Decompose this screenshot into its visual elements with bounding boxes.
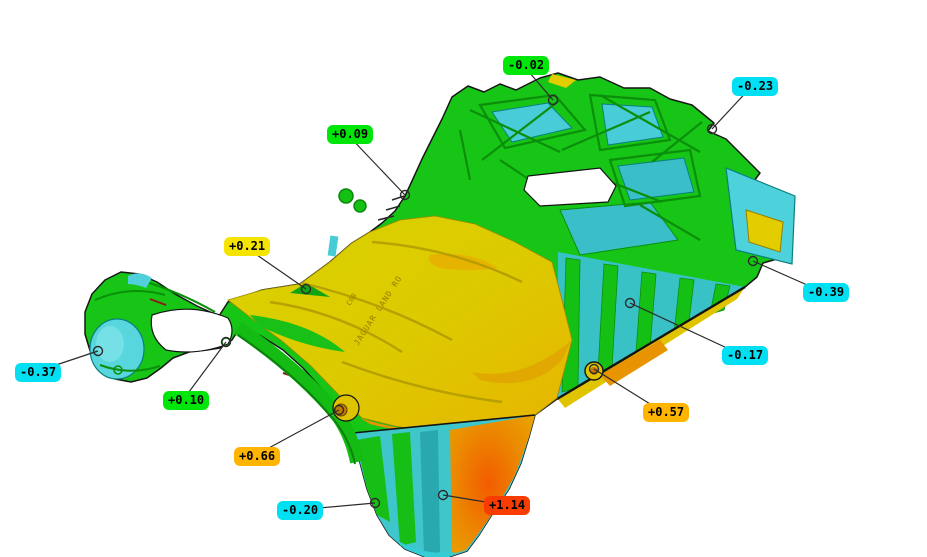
deviation-label[interactable]: +0.66: [234, 447, 280, 466]
deviation-label[interactable]: +0.10: [163, 391, 209, 410]
deviation-label[interactable]: -0.20: [277, 501, 323, 520]
deviation-label[interactable]: -0.17: [722, 346, 768, 365]
inspection-viewport: JAGUAR LAND RO C08: [0, 0, 927, 557]
deviation-label[interactable]: +0.57: [643, 403, 689, 422]
deviation-label[interactable]: +0.09: [327, 125, 373, 144]
deviation-label[interactable]: +0.21: [224, 237, 270, 256]
model-sump: [353, 415, 535, 557]
model-3d-view[interactable]: JAGUAR LAND RO C08: [0, 0, 927, 557]
deviation-label[interactable]: -0.23: [732, 77, 778, 96]
deviation-label[interactable]: -0.39: [803, 283, 849, 302]
deviation-label[interactable]: -0.02: [503, 56, 549, 75]
deviation-label[interactable]: -0.37: [15, 363, 61, 382]
deviation-label[interactable]: +1.14: [484, 496, 530, 515]
